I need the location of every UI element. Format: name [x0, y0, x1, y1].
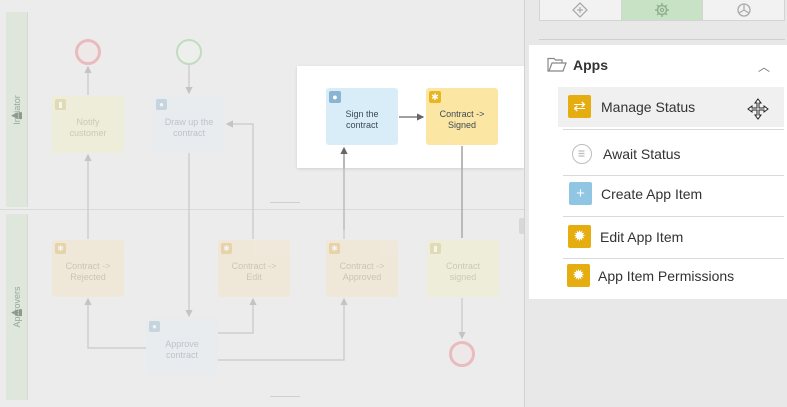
apps-group-header[interactable]: Apps ︿ — [529, 45, 787, 85]
apps-group: Apps ︿ ⇄ Manage Status Await Status + Cr… — [529, 45, 787, 299]
gear-icon: ✹ — [567, 264, 590, 287]
diamond-gateway-icon — [572, 2, 589, 18]
plus-icon: + — [569, 182, 592, 205]
canvas-scroll-mark — [270, 202, 300, 203]
palette-item-label: Create App Item — [601, 186, 703, 202]
tab-gateways[interactable] — [540, 0, 621, 20]
element-palette-panel: Apps ︿ ⇄ Manage Status Await Status + Cr… — [524, 0, 787, 407]
palette-item-label: App Item Permissions — [598, 268, 735, 284]
move-cursor-icon — [747, 98, 769, 120]
tab-activities[interactable] — [620, 0, 703, 20]
tab-analytics[interactable] — [702, 0, 784, 20]
gear-icon — [655, 3, 669, 17]
divider — [539, 39, 785, 40]
palette-item-manage-status[interactable]: ⇄ Manage Status — [558, 87, 784, 127]
palette-item-label: Manage Status — [601, 99, 696, 115]
folder-open-icon — [547, 57, 567, 72]
divider — [563, 129, 784, 130]
apps-group-title: Apps — [573, 57, 608, 73]
gear-icon: ✹ — [568, 225, 591, 248]
flow-overlay — [343, 168, 463, 238]
chart-icon — [737, 3, 751, 17]
process-canvas[interactable]: Initiator ◀▮ Approvers ◀▮ ▮ Notify custo… — [0, 0, 524, 407]
palette-item-edit-app-item[interactable]: ✹ Edit App Item — [563, 217, 784, 257]
swap-arrows-icon: ⇄ — [568, 95, 591, 118]
chevron-up-icon[interactable]: ︿ — [758, 58, 770, 75]
canvas-scroll-mark — [270, 396, 300, 397]
panel-tabs — [539, 0, 785, 21]
palette-item-label: Await Status — [603, 146, 681, 162]
palette-item-await-status[interactable]: Await Status — [563, 134, 784, 174]
palette-item-create-app-item[interactable]: + Create App Item — [563, 174, 784, 214]
clock-icon — [572, 144, 592, 164]
palette-item-label: Edit App Item — [600, 229, 684, 245]
palette-item-app-item-permissions[interactable]: ✹ App Item Permissions — [563, 256, 784, 296]
